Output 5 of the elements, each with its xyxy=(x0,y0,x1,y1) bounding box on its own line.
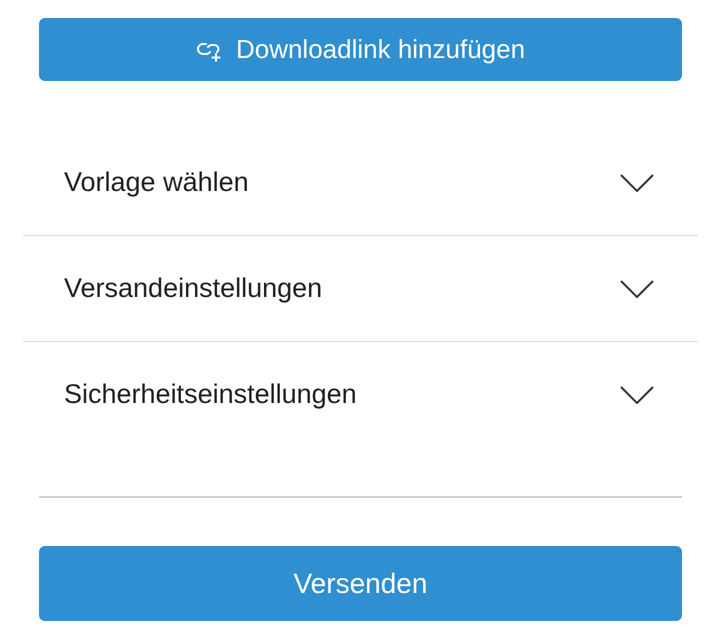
chevron-icon xyxy=(620,174,654,192)
chevron-icon xyxy=(620,386,654,404)
add-download-link-button[interactable]: Downloadlink hinzufügen xyxy=(39,18,682,81)
send-button[interactable]: Versenden xyxy=(39,546,682,621)
chevron-icon xyxy=(620,280,654,298)
